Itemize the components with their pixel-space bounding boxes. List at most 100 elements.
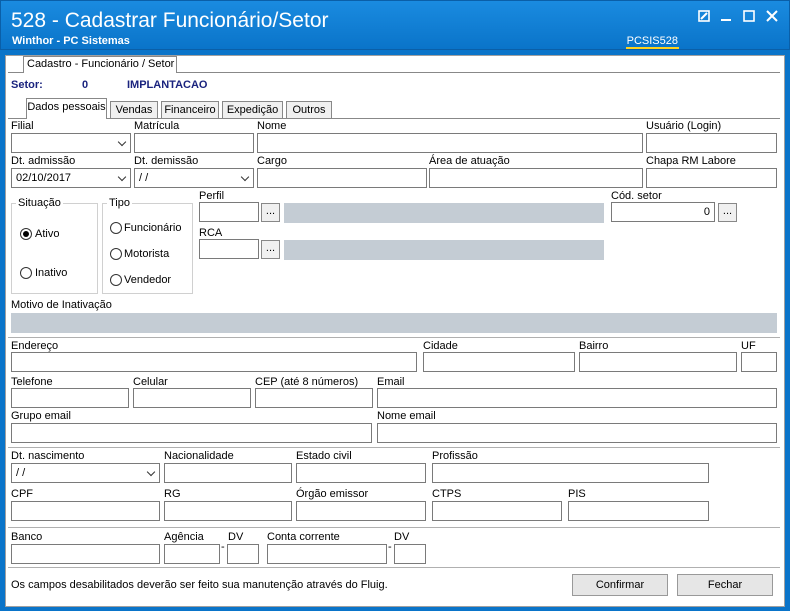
bairro-field[interactable]: [579, 352, 737, 372]
dt-admissao-label: Dt. admissão: [11, 155, 76, 167]
motorista-radio[interactable]: [110, 248, 122, 260]
profissao-label: Profissão: [432, 450, 478, 462]
uf-field[interactable]: [741, 352, 777, 372]
cargo-label: Cargo: [257, 155, 287, 167]
dt-nascimento-field[interactable]: / /: [11, 463, 160, 483]
close-icon[interactable]: [761, 7, 783, 29]
pis-field[interactable]: [568, 501, 709, 521]
window-title: 528 - Cadastrar Funcionário/Setor: [11, 9, 329, 32]
rca-search-button[interactable]: ...: [261, 240, 280, 259]
ctps-label: CTPS: [432, 488, 462, 500]
nome-email-field[interactable]: [377, 423, 777, 443]
tab-expedicao[interactable]: Expedição: [222, 101, 283, 118]
conta-dv-field[interactable]: [394, 544, 426, 564]
orgao-emissor-field[interactable]: [296, 501, 426, 521]
cidade-label: Cidade: [423, 340, 458, 352]
tab-dados-pessoais[interactable]: Dados pessoais: [26, 98, 107, 119]
inativo-label: Inativo: [35, 267, 68, 279]
banco-field[interactable]: [11, 544, 160, 564]
setor-number: 0: [82, 79, 89, 91]
footer-note: Os campos desabilitados deverão ser feit…: [11, 579, 388, 591]
bairro-label: Bairro: [579, 340, 609, 352]
confirmar-button[interactable]: Confirmar: [572, 574, 668, 596]
motorista-label: Motorista: [124, 248, 170, 260]
nome-field[interactable]: [257, 133, 643, 153]
ativo-label: Ativo: [35, 228, 60, 240]
fechar-button[interactable]: Fechar: [677, 574, 773, 596]
matricula-label: Matrícula: [134, 120, 180, 132]
usuario-field[interactable]: [646, 133, 777, 153]
ctps-field[interactable]: [432, 501, 562, 521]
setor-label: Setor:: [11, 79, 43, 91]
telefone-field[interactable]: [11, 388, 129, 408]
estado-civil-label: Estado civil: [296, 450, 352, 462]
orgao-emissor-label: Órgão emissor: [296, 488, 369, 500]
tab-vendas[interactable]: Vendas: [110, 101, 158, 118]
estado-civil-field[interactable]: [296, 463, 426, 483]
perfil-code-field[interactable]: [199, 202, 259, 222]
profissao-field[interactable]: [432, 463, 709, 483]
agencia-label: Agência: [164, 531, 204, 543]
grupo-email-field[interactable]: [11, 423, 372, 443]
chapa-rm-field[interactable]: [646, 168, 777, 188]
rg-label: RG: [164, 488, 181, 500]
divider: [8, 447, 780, 448]
divider: [8, 337, 780, 338]
window-subtitle: Winthor - PC Sistemas: [12, 35, 130, 47]
restore-icon[interactable]: [693, 7, 715, 29]
tab-strip-line: [8, 118, 780, 119]
agencia-dv-label: DV: [228, 531, 244, 543]
setor-name: IMPLANTACAO: [127, 79, 208, 91]
nacionalidade-field[interactable]: [164, 463, 292, 483]
celular-field[interactable]: [133, 388, 251, 408]
telefone-label: Telefone: [11, 376, 53, 388]
email-field[interactable]: [377, 388, 777, 408]
conta-corrente-label: Conta corrente: [267, 531, 340, 543]
cep-field[interactable]: [255, 388, 373, 408]
cpf-label: CPF: [11, 488, 33, 500]
cod-setor-field[interactable]: 0: [611, 202, 715, 222]
agencia-separator: -: [221, 541, 225, 553]
matricula-field[interactable]: [134, 133, 254, 153]
inativo-radio[interactable]: [20, 267, 32, 279]
endereco-field[interactable]: [11, 352, 417, 372]
title-bar: 528 - Cadastrar Funcionário/Setor Wintho…: [0, 0, 790, 50]
ativo-radio[interactable]: [20, 228, 32, 240]
minimize-icon[interactable]: [715, 7, 737, 29]
tab-cadastro[interactable]: Cadastro - Funcionário / Setor: [23, 56, 177, 73]
funcionario-radio[interactable]: [110, 222, 122, 234]
dt-demissao-field[interactable]: / /: [134, 168, 254, 188]
divider: [8, 567, 780, 568]
cpf-field[interactable]: [11, 501, 160, 521]
pis-label: PIS: [568, 488, 586, 500]
rca-label: RCA: [199, 227, 223, 239]
cidade-field[interactable]: [423, 352, 575, 372]
tab-financeiro[interactable]: Financeiro: [161, 101, 219, 118]
situacao-group: [11, 203, 98, 294]
vendedor-label: Vendedor: [124, 274, 172, 286]
rg-field[interactable]: [164, 501, 292, 521]
vendedor-radio[interactable]: [110, 274, 122, 286]
maximize-icon[interactable]: [738, 7, 760, 29]
cod-setor-label: Cód. setor: [611, 190, 662, 202]
conta-corrente-field[interactable]: [267, 544, 387, 564]
rca-description-field: [284, 240, 604, 260]
area-atuacao-field[interactable]: [429, 168, 643, 188]
celular-label: Celular: [133, 376, 168, 388]
perfil-search-button[interactable]: ...: [261, 203, 280, 222]
banco-label: Banco: [11, 531, 43, 543]
cod-setor-search-button[interactable]: ...: [718, 203, 737, 222]
dt-demissao-label: Dt. demissão: [134, 155, 199, 167]
tab-outros[interactable]: Outros: [286, 101, 332, 118]
dt-admissao-field[interactable]: 02/10/2017: [11, 168, 131, 188]
rca-code-field[interactable]: [199, 239, 259, 259]
motivo-inativacao-field: [11, 313, 777, 333]
grupo-email-label: Grupo email: [11, 410, 71, 422]
email-label: Email: [377, 376, 405, 388]
agencia-dv-field[interactable]: [227, 544, 259, 564]
filial-select[interactable]: [11, 133, 131, 153]
uf-label: UF: [741, 340, 756, 352]
cargo-field[interactable]: [257, 168, 427, 188]
conta-dv-label: DV: [394, 531, 410, 543]
agencia-field[interactable]: [164, 544, 220, 564]
